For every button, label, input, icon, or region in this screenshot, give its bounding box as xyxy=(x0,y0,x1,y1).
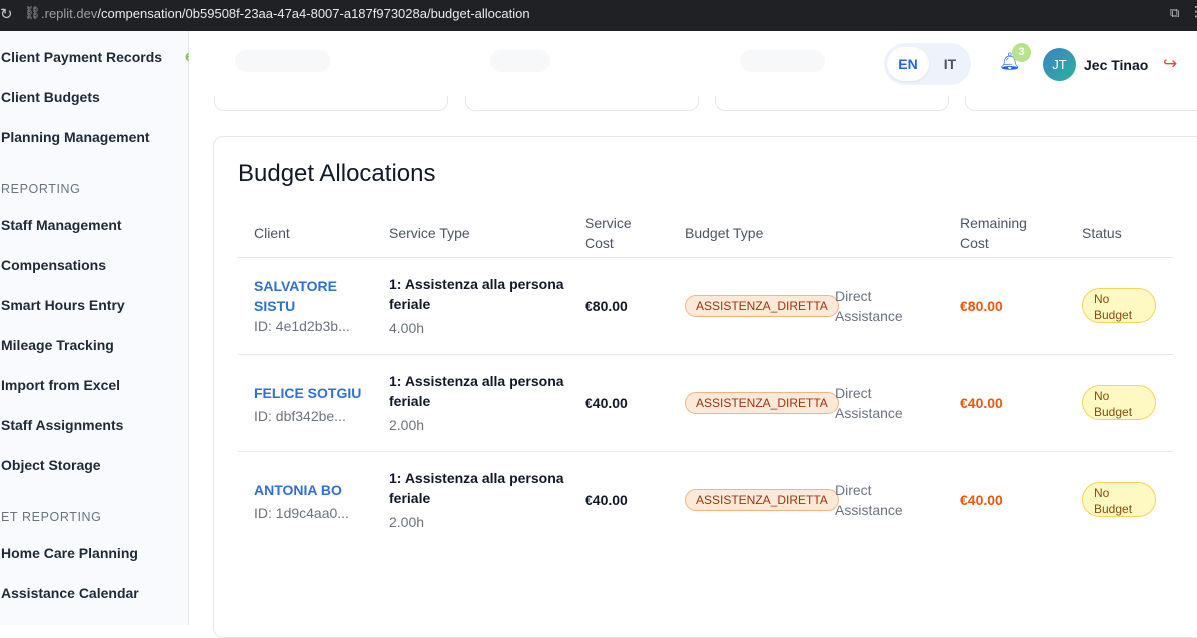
service-line: feriale xyxy=(389,393,431,409)
row-divider xyxy=(238,354,1173,355)
status-line: Budget xyxy=(1094,502,1133,516)
name-line: SISTU xyxy=(254,298,296,314)
sidebar-item-mileage-tracking[interactable]: Mileage Tracking xyxy=(1,337,114,353)
service-line: 1: Assistenza alla persona xyxy=(389,470,564,486)
header-line: Cost xyxy=(585,235,614,251)
url-domain: .replit.dev xyxy=(41,6,98,21)
desc-line: Direct xyxy=(835,288,872,304)
more-menu-icon[interactable]: ⋮ xyxy=(1189,4,1197,20)
budget-type-tag: ASSISTENZA_DIRETTA xyxy=(685,392,839,414)
service-cost: €80.00 xyxy=(585,298,628,314)
service-line: 1: Assistenza alla persona xyxy=(389,276,564,292)
status-line: No xyxy=(1094,292,1110,306)
budget-type-description: Direct Assistance xyxy=(835,480,915,520)
remaining-cost: €80.00 xyxy=(960,298,1003,314)
reload-icon[interactable]: ↻ xyxy=(0,5,13,23)
column-header-service-cost: Service Cost xyxy=(585,213,632,253)
sidebar-item-staff-management[interactable]: Staff Management xyxy=(1,217,122,233)
client-name-link[interactable]: FELICE SOTGIU xyxy=(254,383,384,403)
sidebar-section-reporting: REPORTING xyxy=(1,182,81,196)
service-type: 1: Assistenza alla persona feriale xyxy=(389,274,569,314)
service-type: 1: Assistenza alla persona feriale xyxy=(389,371,569,411)
name-line: SALVATORE xyxy=(254,278,337,294)
sidebar-item-assistance-calendar[interactable]: Assistance Calendar xyxy=(1,585,139,601)
status-badge: No Budget xyxy=(1082,385,1156,420)
summary-card-blur xyxy=(740,50,825,72)
sidebar-item-staff-assignments[interactable]: Staff Assignments xyxy=(1,417,123,433)
status-line: No xyxy=(1094,389,1110,403)
sidebar-item-smart-hours-entry[interactable]: Smart Hours Entry xyxy=(1,297,125,313)
sidebar-item-compensations[interactable]: Compensations xyxy=(1,257,106,273)
column-header-client: Client xyxy=(254,225,290,241)
client-id: ID: 1d9c4aa0... xyxy=(254,505,349,521)
status-badge: No Budget xyxy=(1082,288,1156,323)
logout-icon[interactable]: ↪ xyxy=(1163,54,1177,74)
remaining-cost: €40.00 xyxy=(960,492,1003,508)
service-line: 1: Assistenza alla persona xyxy=(389,373,564,389)
summary-card xyxy=(465,96,699,111)
status-badge: No Budget xyxy=(1082,482,1156,517)
service-type: 1: Assistenza alla persona feriale xyxy=(389,468,569,508)
desc-line: Assistance xyxy=(835,308,903,324)
budget-type-description: Direct Assistance xyxy=(835,383,915,423)
summary-card xyxy=(715,96,949,111)
url-path: /compensation/0b59508f-23aa-47a4-8007-a1… xyxy=(97,6,530,21)
address-field[interactable]: .replit.dev/compensation/0b59508f-23aa-4… xyxy=(41,6,530,21)
language-switcher: EN IT xyxy=(884,43,971,85)
sidebar-item-object-storage[interactable]: Object Storage xyxy=(1,457,101,473)
header-line: Cost xyxy=(960,235,989,251)
service-line: feriale xyxy=(389,490,431,506)
table-divider xyxy=(238,257,1173,258)
column-header-service-type: Service Type xyxy=(389,225,470,241)
client-name-link[interactable]: SALVATORE SISTU xyxy=(254,276,364,316)
link-icon: ⛓ xyxy=(24,6,41,21)
budget-type-tag: ASSISTENZA_DIRETTA xyxy=(685,489,839,511)
header-line: Service xyxy=(585,215,632,231)
column-header-remaining-cost: Remaining Cost xyxy=(960,213,1027,253)
client-id: ID: dbf342be... xyxy=(254,408,346,424)
lang-it-button[interactable]: IT xyxy=(932,47,968,81)
budget-type-tag: ASSISTENZA_DIRETTA xyxy=(685,295,839,317)
service-hours: 2.00h xyxy=(389,514,425,530)
sidebar-section-et-reporting: ET REPORTING xyxy=(1,510,102,524)
desc-line: Assistance xyxy=(835,405,903,421)
sidebar-item-import-from-excel[interactable]: Import from Excel xyxy=(1,377,120,393)
sidebar-item-client-payment-records[interactable]: Client Payment Records xyxy=(1,49,162,65)
desc-line: Assistance xyxy=(835,502,903,518)
status-line: No xyxy=(1094,486,1110,500)
service-cost: €40.00 xyxy=(585,492,628,508)
budget-type-description: Direct Assistance xyxy=(835,286,915,326)
sidebar-item-client-budgets[interactable]: Client Budgets xyxy=(1,89,100,105)
page-title: Budget Allocations xyxy=(238,160,436,187)
sidebar-item-planning-management[interactable]: Planning Management xyxy=(1,129,150,145)
summary-card-blur xyxy=(490,50,550,72)
service-hours: 2.00h xyxy=(389,417,425,433)
device-toggle-icon[interactable]: ⧉ xyxy=(1170,6,1179,21)
header-line: Remaining xyxy=(960,215,1027,231)
status-line: Budget xyxy=(1094,405,1133,419)
browser-url-bar: ↻ ⛓ .replit.dev/compensation/0b59508f-23… xyxy=(0,0,1197,31)
row-divider xyxy=(238,451,1173,452)
lang-en-button[interactable]: EN xyxy=(887,47,929,81)
service-line: feriale xyxy=(389,296,431,312)
remaining-cost: €40.00 xyxy=(960,395,1003,411)
summary-card xyxy=(214,96,448,111)
status-line: Budget xyxy=(1094,308,1133,322)
column-header-status: Status xyxy=(1082,225,1122,241)
service-cost: €40.00 xyxy=(585,395,628,411)
avatar[interactable]: JT xyxy=(1043,48,1076,81)
summary-card-blur xyxy=(235,50,330,72)
sidebar-item-home-care-planning[interactable]: Home Care Planning xyxy=(1,545,138,561)
notification-badge: 3 xyxy=(1012,43,1031,62)
desc-line: Direct xyxy=(835,385,872,401)
user-name[interactable]: Jec Tinao xyxy=(1084,57,1148,73)
column-header-budget-type: Budget Type xyxy=(685,225,764,241)
client-name-link[interactable]: ANTONIA BO xyxy=(254,480,384,500)
summary-card xyxy=(965,96,1197,111)
desc-line: Direct xyxy=(835,482,872,498)
service-hours: 4.00h xyxy=(389,320,425,336)
client-id: ID: 4e1d2b3b... xyxy=(254,318,350,334)
sidebar xyxy=(0,31,189,625)
